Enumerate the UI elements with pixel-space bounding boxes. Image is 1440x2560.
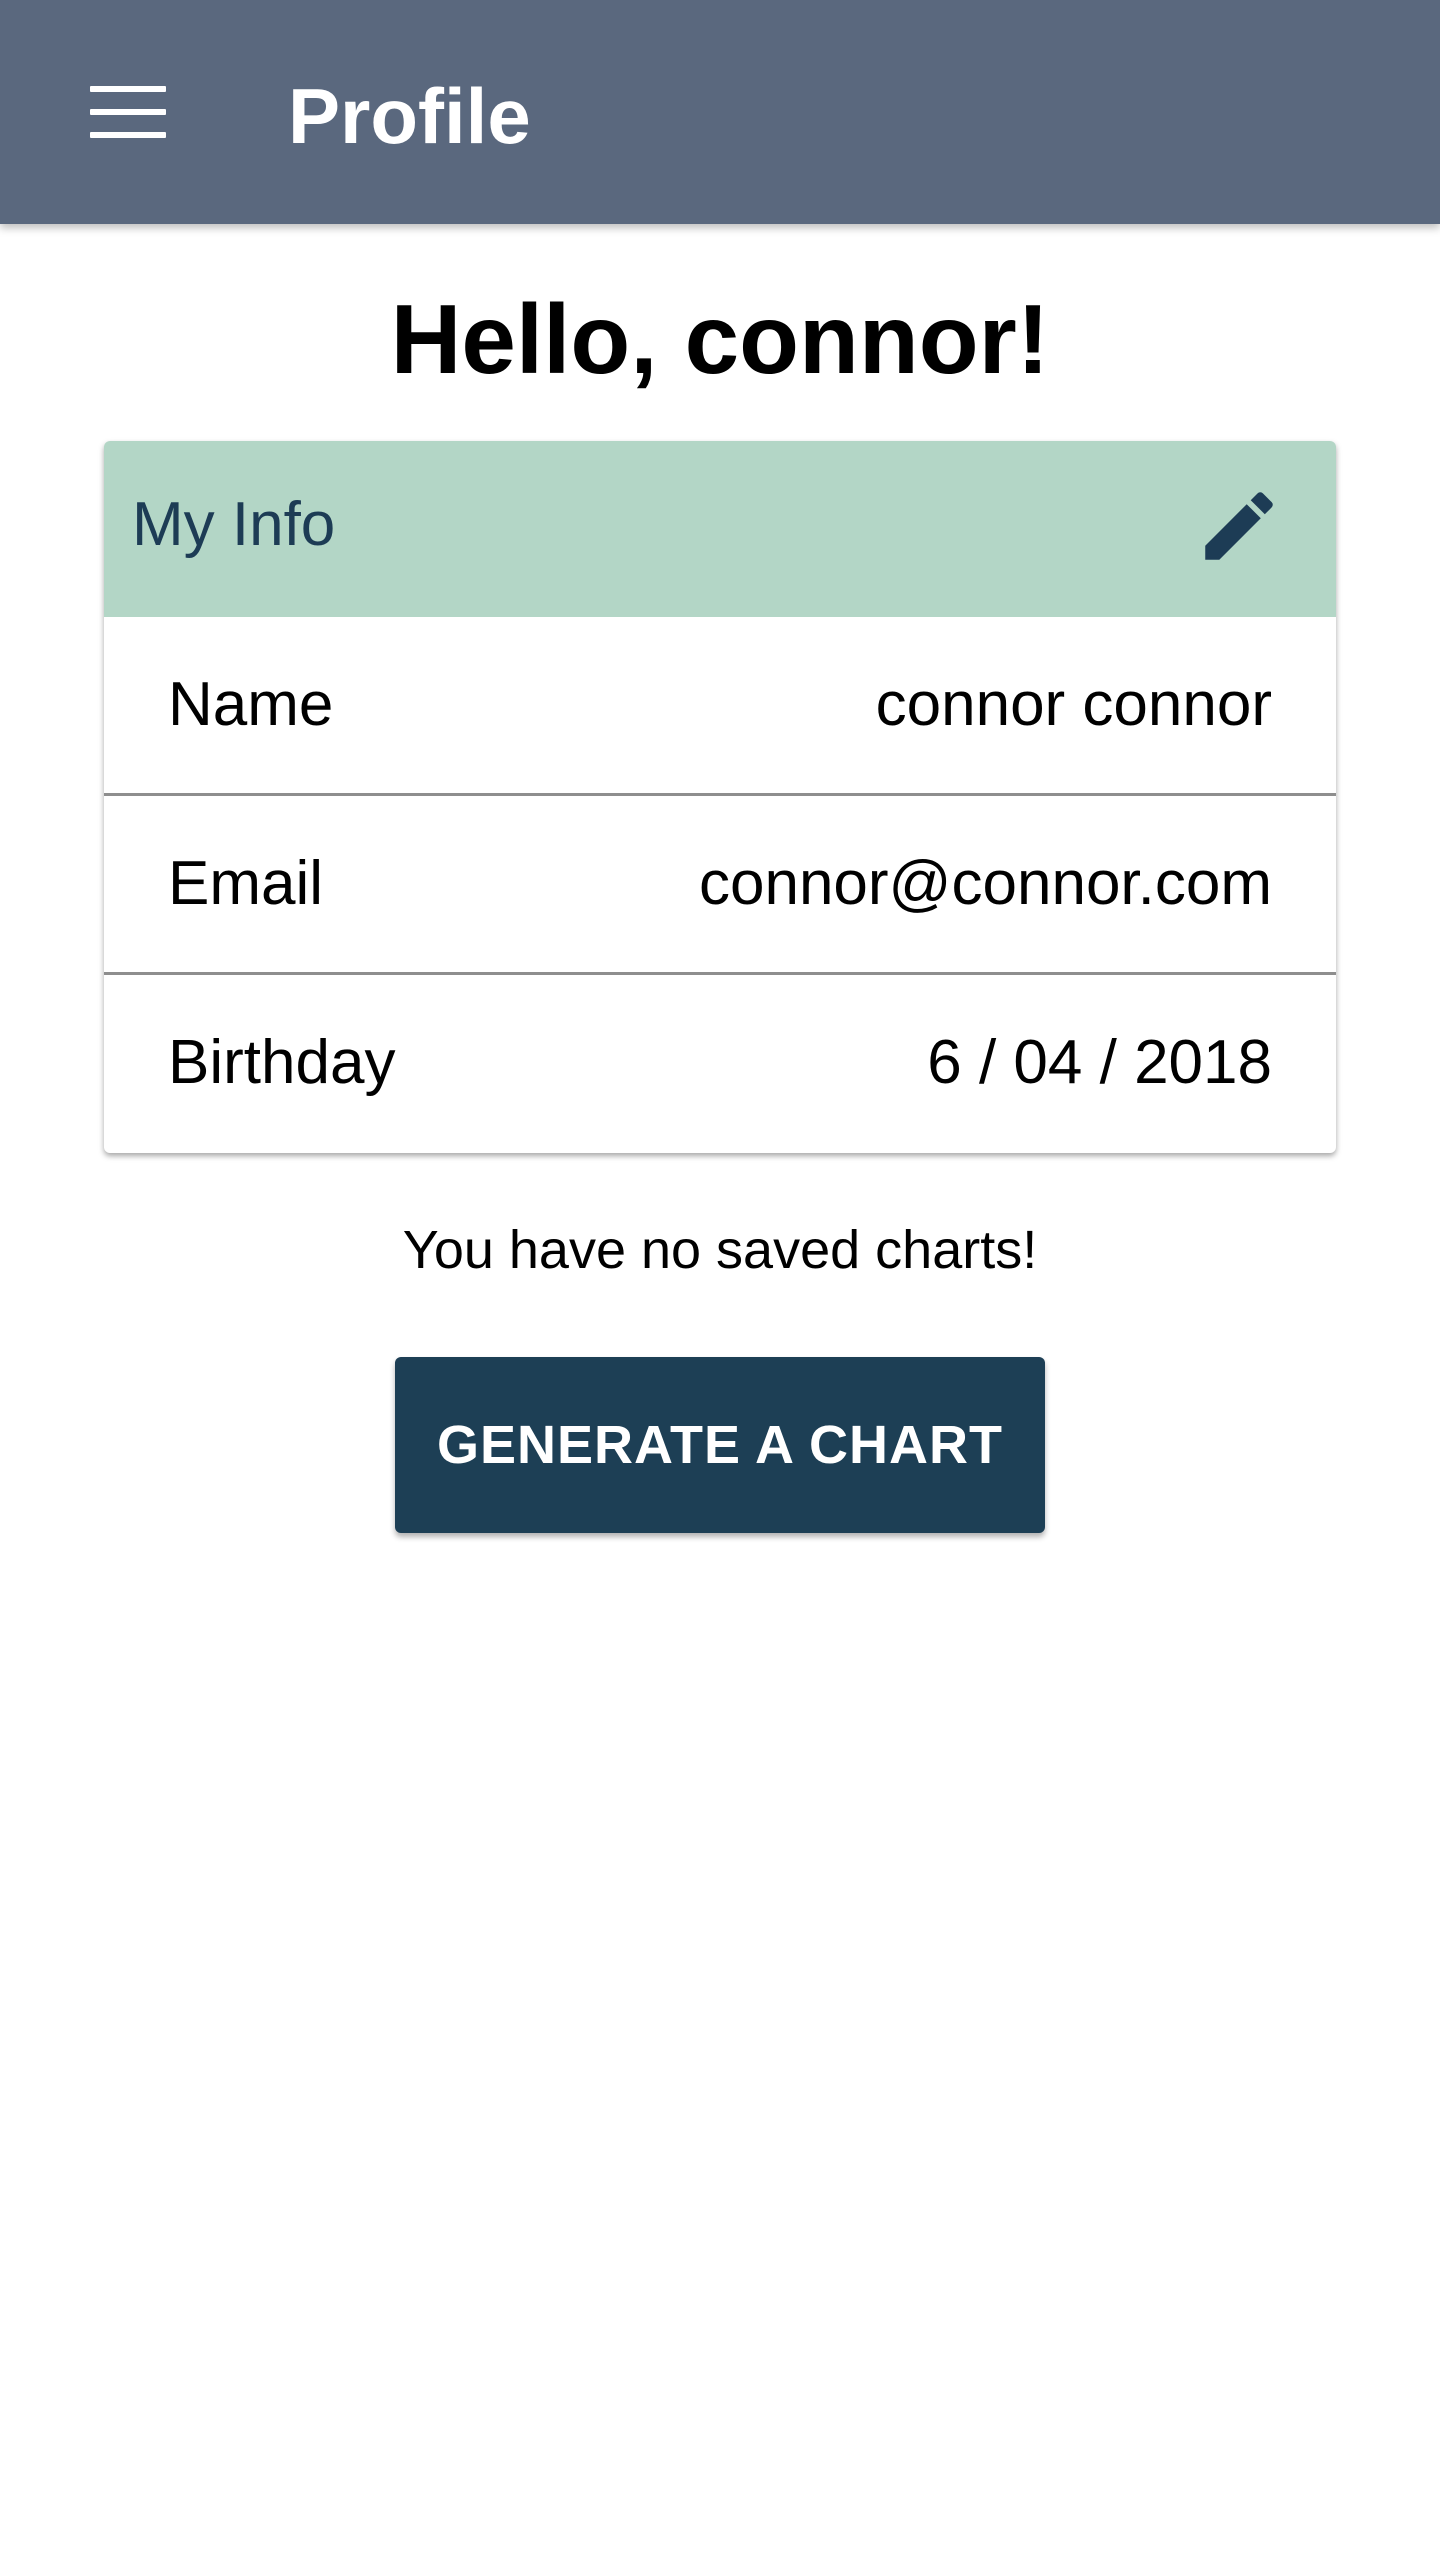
info-row-birthday: Birthday 6 / 04 / 2018	[104, 975, 1336, 1153]
info-label: Name	[168, 670, 334, 739]
pencil-icon[interactable]	[1194, 481, 1284, 571]
card-header: My Info	[104, 441, 1336, 617]
info-row-email: Email connor@connor.com	[104, 796, 1336, 975]
app-bar: Profile	[0, 0, 1440, 224]
menu-icon-line	[90, 132, 166, 138]
page-title: Profile	[288, 72, 531, 160]
my-info-card: My Info Name connor connor Email connor@…	[104, 441, 1336, 1153]
info-value: connor@connor.com	[698, 849, 1272, 918]
menu-icon[interactable]	[90, 86, 166, 138]
menu-icon-line	[90, 109, 166, 115]
generate-chart-button[interactable]: GENERATE A CHART	[395, 1357, 1045, 1533]
info-row-name: Name connor connor	[104, 617, 1336, 796]
info-value: connor connor	[875, 670, 1272, 739]
greeting-heading: Hello, connor!	[390, 284, 1050, 394]
no-charts-message: You have no saved charts!	[402, 1220, 1038, 1280]
info-label: Email	[168, 849, 324, 918]
card-title: My Info	[132, 490, 336, 559]
info-label: Birthday	[168, 1028, 396, 1097]
pencil-icon-graphic	[1205, 492, 1273, 560]
menu-icon-line	[90, 86, 166, 92]
info-value: 6 / 04 / 2018	[927, 1028, 1272, 1097]
